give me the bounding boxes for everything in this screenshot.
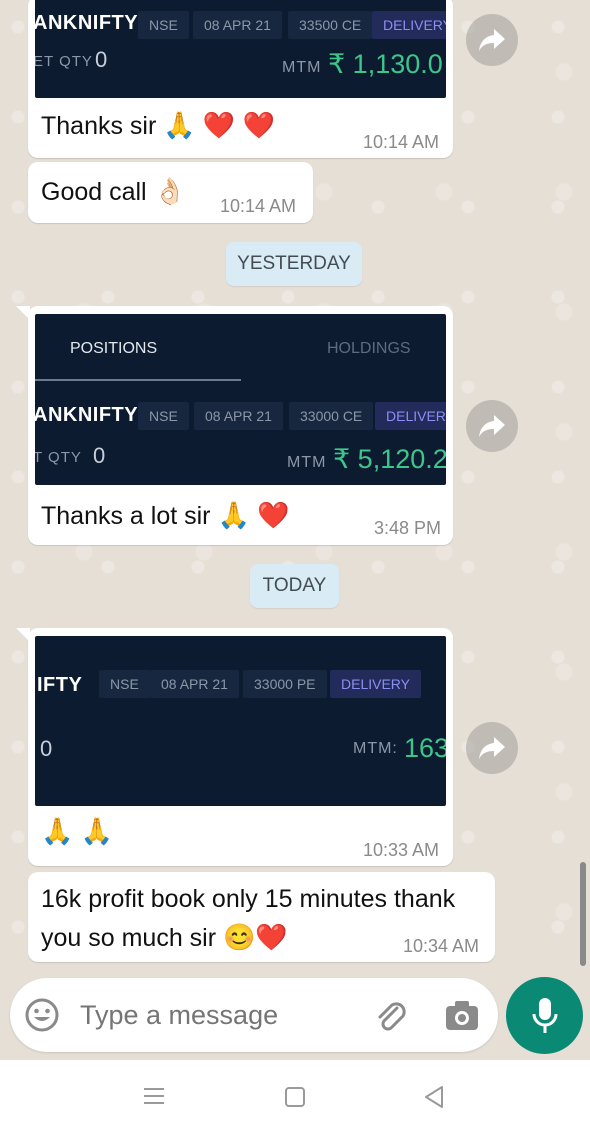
menu-icon[interactable] [143,1086,165,1106]
qty-value: 0 [95,47,108,72]
message-bubble[interactable]: POSITIONS HOLDINGS ANKNIFTY NSE 08 APR 2… [16,306,453,545]
forward-icon [479,415,505,437]
date-separator: TODAY [250,564,339,608]
emoji-reaction: 🙏 ❤️ ❤️ [163,110,275,140]
position-screenshot[interactable]: IFTY NSE 08 APR 21 33000 PE DELIVERY 0 M… [35,636,446,806]
message-text: Thanks a lot sir 🙏 ❤️ [41,500,290,530]
qty-label: T QTY [35,449,82,466]
mtm-value: ₹ 1,130.0 [328,49,443,79]
qty-value: 0 [93,443,106,468]
qty-value: 0 [40,736,53,761]
exchange-chip: NSE [138,11,189,39]
expiry-chip: 08 APR 21 [194,402,283,430]
date-separator: YESTERDAY [226,242,362,286]
mtm-label: MTM [282,59,322,76]
mtm-value: ₹ 5,120.2 [333,444,446,474]
system-navigation-bar [0,1060,590,1133]
message-bubble[interactable]: ANKNIFTY NSE 08 APR 21 33500 CE DELIVERY… [28,0,453,158]
mic-icon [532,998,558,1033]
strike-chip: 33500 CE [288,11,373,39]
message-text: 🙏 🙏 [41,816,113,847]
message-time: 10:14 AM [363,132,440,152]
message-text: Good call 👌🏻 [41,176,186,206]
message-input[interactable] [78,994,372,1036]
message-bubble[interactable]: 16k profit book only 15 minutes thank yo… [28,872,495,962]
message-text: Thanks sir 🙏 ❤️ ❤️ [41,110,275,140]
position-screenshot[interactable]: ANKNIFTY NSE 08 APR 21 33500 CE DELIVERY… [35,0,446,98]
delivery-chip: DELIVERY [372,11,446,39]
qty-label: ET QTY [35,53,93,70]
strike-chip: 33000 CE [289,402,374,430]
delivery-chip: DELIVERY [330,670,421,698]
message-time: 10:34 AM [403,936,480,956]
message-text: 16k profit book only 15 minutes thank yo… [41,885,456,952]
message-time: 10:33 AM [363,840,440,860]
voice-record-button[interactable] [506,977,583,1054]
message-bubble[interactable]: Good call 👌🏻 10:14 AM [28,162,313,223]
message-bubble[interactable]: IFTY NSE 08 APR 21 33000 PE DELIVERY 0 M… [16,628,453,866]
tab-positions: POSITIONS [70,340,158,357]
emoji-reaction: 🙏 ❤️ [217,500,290,530]
tab-holdings: HOLDINGS [327,340,411,357]
symbol-name: IFTY [37,674,83,696]
symbol-name: ANKNIFTY [35,12,139,34]
forward-icon [479,29,505,51]
back-icon[interactable] [423,1085,445,1109]
position-screenshot[interactable]: POSITIONS HOLDINGS ANKNIFTY NSE 08 APR 2… [35,314,446,485]
mtm-label: MTM: [353,740,398,757]
tab-underline [35,379,241,381]
bubble-tail [16,306,30,320]
scrollbar[interactable] [580,862,586,966]
forward-button[interactable] [466,400,518,452]
forward-icon [479,737,505,759]
symbol-name: ANKNIFTY [35,404,139,426]
mtm-label: MTM [287,454,327,471]
camera-icon[interactable] [444,998,480,1032]
emoji-reaction: 🙏 🙏 [41,816,113,846]
expiry-chip: 08 APR 21 [193,11,282,39]
emoji-reaction: 👌🏻 [153,176,186,206]
message-time: 3:48 PM [374,518,442,538]
forward-button[interactable] [466,14,518,66]
emoji-reaction: 😊❤️ [223,922,288,952]
forward-button[interactable] [466,722,518,774]
strike-chip: 33000 PE [243,670,327,698]
emoji-icon[interactable] [24,997,60,1033]
bubble-tail [16,628,30,642]
message-time: 10:14 AM [220,196,297,216]
expiry-chip: 08 APR 21 [150,670,239,698]
message-composer[interactable] [10,978,498,1052]
mtm-value: 163 [404,733,446,763]
home-icon[interactable] [284,1086,306,1108]
exchange-chip: NSE [99,670,150,698]
exchange-chip: NSE [138,402,189,430]
paperclip-icon[interactable] [372,997,410,1035]
delivery-chip: DELIVERY [375,402,446,430]
